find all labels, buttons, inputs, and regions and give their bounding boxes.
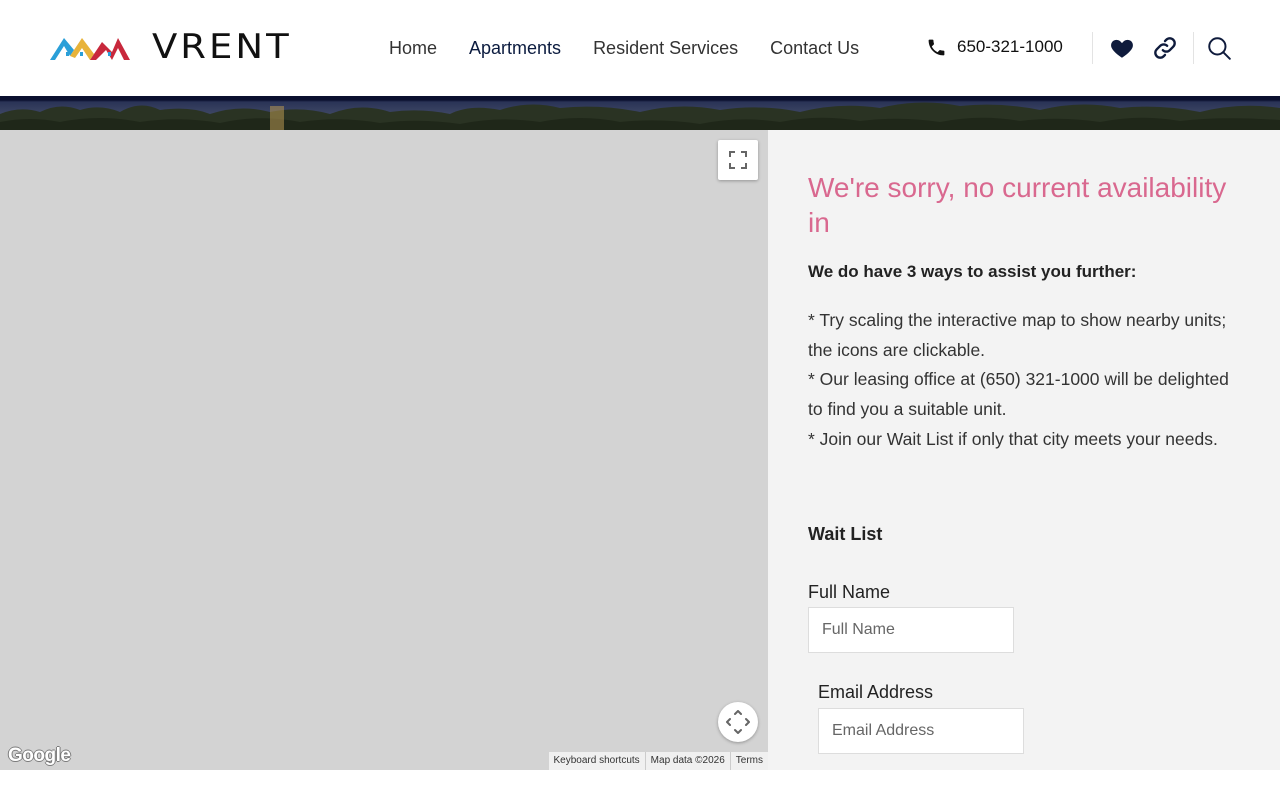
header-divider xyxy=(1193,32,1194,64)
wait-list-title: Wait List xyxy=(808,524,883,544)
pan-icon xyxy=(726,710,750,734)
phone-link[interactable]: 650-321-1000 xyxy=(926,36,1063,58)
header-divider xyxy=(1092,32,1093,64)
map-pan-control[interactable] xyxy=(718,702,758,742)
page-footer-space xyxy=(0,770,1280,800)
nav-item-apartments[interactable]: Apartments xyxy=(469,37,561,59)
phone-number: 650-321-1000 xyxy=(957,37,1063,56)
list-item: * Join our Wait List if only that city m… xyxy=(808,428,1218,449)
hero-banner xyxy=(0,96,1280,130)
no-availability-heading: We're sorry, no current availability in xyxy=(808,172,1227,238)
fullscreen-button[interactable] xyxy=(718,140,758,180)
full-name-input[interactable] xyxy=(808,607,1014,653)
full-name-label: Full Name xyxy=(808,582,891,602)
keyboard-shortcuts-link[interactable]: Keyboard shortcuts xyxy=(549,752,645,770)
heart-icon[interactable] xyxy=(1109,35,1135,61)
availability-panel: We're sorry, no current availability in … xyxy=(768,130,1280,770)
nav-item-resident-services[interactable]: Resident Services xyxy=(593,37,738,59)
search-icon[interactable] xyxy=(1206,35,1232,61)
brand-name: VRENT xyxy=(152,26,292,67)
google-logo[interactable]: Google xyxy=(8,745,71,767)
link-icon[interactable] xyxy=(1152,35,1178,61)
email-input[interactable] xyxy=(818,708,1024,754)
fullscreen-icon xyxy=(729,151,747,169)
nav-item-contact-us[interactable]: Contact Us xyxy=(770,37,859,59)
map-data-text: Map data ©2026 xyxy=(644,752,730,770)
terms-link[interactable]: Terms xyxy=(729,752,768,770)
nav-item-home[interactable]: Home xyxy=(389,37,437,59)
site-header: VRENT Home Apartments Resident Services … xyxy=(0,0,1280,96)
map-attribution: Keyboard shortcuts Map data ©2026 Terms xyxy=(548,752,768,770)
list-item: * Try scaling the interactive map to sho… xyxy=(808,310,1227,360)
trees-image xyxy=(0,102,1280,130)
list-item: * Our leasing office at (650) 321-1000 w… xyxy=(808,369,1229,420)
brand-logo[interactable]: VRENT xyxy=(50,26,292,67)
phone-icon xyxy=(928,39,945,55)
assist-subheading: We do have 3 ways to assist you further: xyxy=(808,262,1137,281)
logo-mark-icon xyxy=(50,38,130,60)
main-nav: Home Apartments Resident Services Contac… xyxy=(389,37,891,59)
email-label: Email Address xyxy=(818,682,934,702)
assist-ways-list: * Try scaling the interactive map to sho… xyxy=(808,306,1248,455)
interactive-map[interactable]: Google Keyboard shortcuts Map data ©2026… xyxy=(0,130,768,770)
